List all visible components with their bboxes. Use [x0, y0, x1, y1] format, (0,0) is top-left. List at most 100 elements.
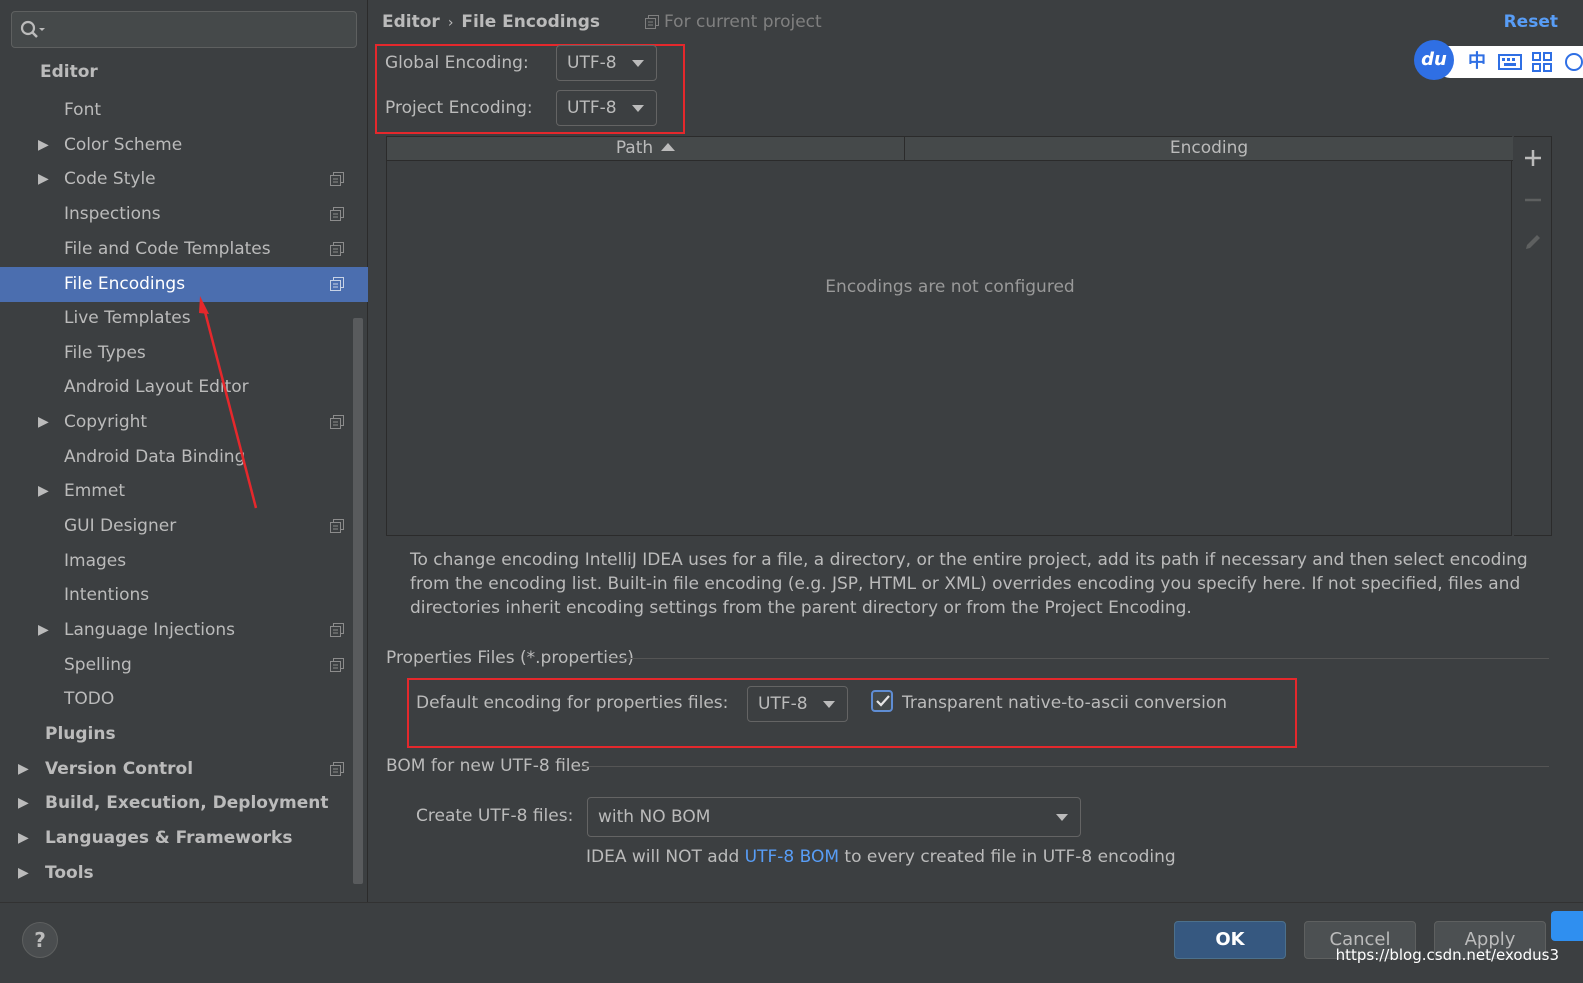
bom-note-suffix: to every created file in UTF-8 encoding: [839, 847, 1176, 867]
chevron-right-icon: ›: [447, 15, 454, 31]
keyboard-icon[interactable]: [1498, 53, 1522, 71]
edit-pencil-icon[interactable]: [1522, 231, 1544, 253]
table-toolbar: [1514, 136, 1552, 536]
project-scope-icon: [330, 658, 344, 672]
sidebar-item-todo[interactable]: TODO: [0, 682, 368, 717]
column-header-path[interactable]: Path: [387, 137, 905, 160]
transparent-conversion-checkbox[interactable]: [871, 690, 893, 712]
table-empty-text: Encodings are not configured: [825, 277, 1075, 297]
ime-strip: 中: [1436, 46, 1583, 78]
sidebar-item-label: Spelling: [64, 655, 132, 675]
create-utf8-label: Create UTF-8 files:: [416, 806, 574, 826]
help-button[interactable]: ?: [22, 922, 58, 958]
sidebar-item-live-templates[interactable]: Live Templates: [0, 301, 368, 336]
properties-group-title: Properties Files (*.properties): [386, 648, 634, 668]
dropdown-caret-icon: [1056, 814, 1068, 821]
sidebar-item-editor[interactable]: Editor: [0, 55, 368, 90]
utf8-bom-link[interactable]: UTF-8 BOM: [745, 847, 839, 867]
sidebar-item-code-style[interactable]: ▶ Code Style: [0, 162, 368, 197]
project-scope-icon: [330, 623, 344, 637]
sidebar-item-label: Android Data Binding: [64, 447, 246, 467]
sidebar-item-build-execution-deployment[interactable]: ▶ Build, Execution, Deployment: [0, 786, 368, 821]
scope-indicator: For current project: [645, 10, 822, 35]
bom-select[interactable]: with NO BOM: [587, 797, 1081, 837]
sidebar-item-label: Live Templates: [64, 308, 191, 328]
properties-encoding-value: UTF-8: [758, 694, 808, 714]
sidebar-item-label: Code Style: [64, 169, 156, 189]
sidebar-item-spelling[interactable]: Spelling: [0, 648, 368, 683]
ime-logo[interactable]: du: [1414, 40, 1454, 80]
sidebar-item-languages-frameworks[interactable]: ▶ Languages & Frameworks: [0, 821, 368, 856]
settings-sidebar: Editor Font ▶ Color Scheme ▶ Code Style …: [0, 0, 368, 902]
search-icon: [20, 19, 48, 46]
side-floating-tab[interactable]: [1551, 911, 1583, 941]
breadcrumb: Editor › File Encodings: [382, 10, 600, 35]
project-scope-icon: [645, 12, 659, 37]
project-scope-icon: [330, 519, 344, 533]
expand-arrow-icon[interactable]: ▶: [38, 474, 49, 509]
expand-arrow-icon[interactable]: ▶: [38, 128, 49, 163]
ok-button[interactable]: OK: [1174, 921, 1286, 959]
sidebar-item-file-types[interactable]: File Types: [0, 336, 368, 371]
sidebar-item-file-and-code-templates[interactable]: File and Code Templates: [0, 232, 368, 267]
sidebar-item-color-scheme[interactable]: ▶ Color Scheme: [0, 128, 368, 163]
transparent-conversion-label[interactable]: Transparent native-to-ascii conversion: [902, 691, 1227, 715]
more-icon[interactable]: [1562, 52, 1583, 72]
project-encoding-select[interactable]: UTF-8: [556, 90, 657, 126]
grid-icon[interactable]: [1532, 52, 1552, 72]
global-encoding-select[interactable]: UTF-8: [556, 45, 657, 81]
global-encoding-label: Global Encoding:: [385, 53, 529, 73]
project-scope-icon: [330, 762, 344, 776]
expand-arrow-icon[interactable]: ▶: [18, 752, 29, 787]
sort-ascending-icon: [661, 143, 676, 151]
settings-search-input[interactable]: [11, 11, 357, 48]
sidebar-item-android-layout-editor[interactable]: Android Layout Editor: [0, 370, 368, 405]
sidebar-item-font[interactable]: Font: [0, 93, 368, 128]
expand-arrow-icon[interactable]: ▶: [18, 821, 29, 856]
expand-arrow-icon[interactable]: ▶: [18, 856, 29, 891]
sidebar-item-inspections[interactable]: Inspections: [0, 197, 368, 232]
dropdown-caret-icon: [632, 60, 644, 67]
sidebar-item-emmet[interactable]: ▶ Emmet: [0, 474, 368, 509]
add-icon[interactable]: [1522, 147, 1544, 169]
column-header-label: Encoding: [1169, 138, 1249, 158]
properties-encoding-select[interactable]: UTF-8: [747, 686, 848, 722]
group-divider: [609, 658, 1549, 659]
sidebar-item-copyright[interactable]: ▶ Copyright: [0, 405, 368, 440]
project-scope-icon: [330, 172, 344, 186]
sidebar-item-plugins[interactable]: Plugins: [0, 717, 368, 752]
sidebar-item-android-data-binding[interactable]: Android Data Binding: [0, 440, 368, 475]
ime-toolbar[interactable]: 中 du: [1414, 40, 1583, 80]
scope-label: For current project: [664, 12, 822, 32]
expand-arrow-icon[interactable]: ▶: [38, 405, 49, 440]
sidebar-item-intentions[interactable]: Intentions: [0, 578, 368, 613]
sidebar-item-tools[interactable]: ▶ Tools: [0, 856, 368, 891]
sidebar-item-label: Version Control: [45, 759, 194, 779]
column-header-label: Path: [615, 138, 654, 158]
expand-arrow-icon[interactable]: ▶: [38, 613, 49, 648]
column-header-encoding[interactable]: Encoding: [906, 137, 1512, 160]
project-scope-icon: [330, 207, 344, 221]
bom-group-title: BOM for new UTF-8 files: [386, 756, 590, 776]
sidebar-item-language-injections[interactable]: ▶ Language Injections: [0, 613, 368, 648]
sidebar-item-label: GUI Designer: [64, 516, 177, 536]
sidebar-item-label: Font: [64, 100, 102, 120]
ime-chinese-mode[interactable]: 中: [1468, 46, 1486, 78]
sidebar-scrollbar[interactable]: [353, 318, 363, 884]
sidebar-item-gui-designer[interactable]: GUI Designer: [0, 509, 368, 544]
group-divider: [581, 766, 1549, 767]
remove-icon[interactable]: [1522, 189, 1544, 211]
sidebar-item-file-encodings[interactable]: File Encodings: [0, 267, 368, 302]
reset-link[interactable]: Reset: [1504, 10, 1558, 35]
project-scope-icon: [330, 277, 344, 291]
properties-encoding-label: Default encoding for properties files:: [416, 693, 729, 713]
expand-arrow-icon[interactable]: ▶: [38, 162, 49, 197]
expand-arrow-icon[interactable]: ▶: [18, 786, 29, 821]
sidebar-item-version-control[interactable]: ▶ Version Control: [0, 752, 368, 787]
breadcrumb-parent[interactable]: Editor: [382, 12, 440, 32]
sidebar-item-label: TODO: [64, 689, 115, 709]
sidebar-item-label: Images: [64, 551, 127, 571]
path-encoding-table[interactable]: Path Encoding Encodings are not configur…: [386, 136, 1513, 536]
checkmark-icon: [876, 695, 890, 707]
sidebar-item-images[interactable]: Images: [0, 544, 368, 579]
